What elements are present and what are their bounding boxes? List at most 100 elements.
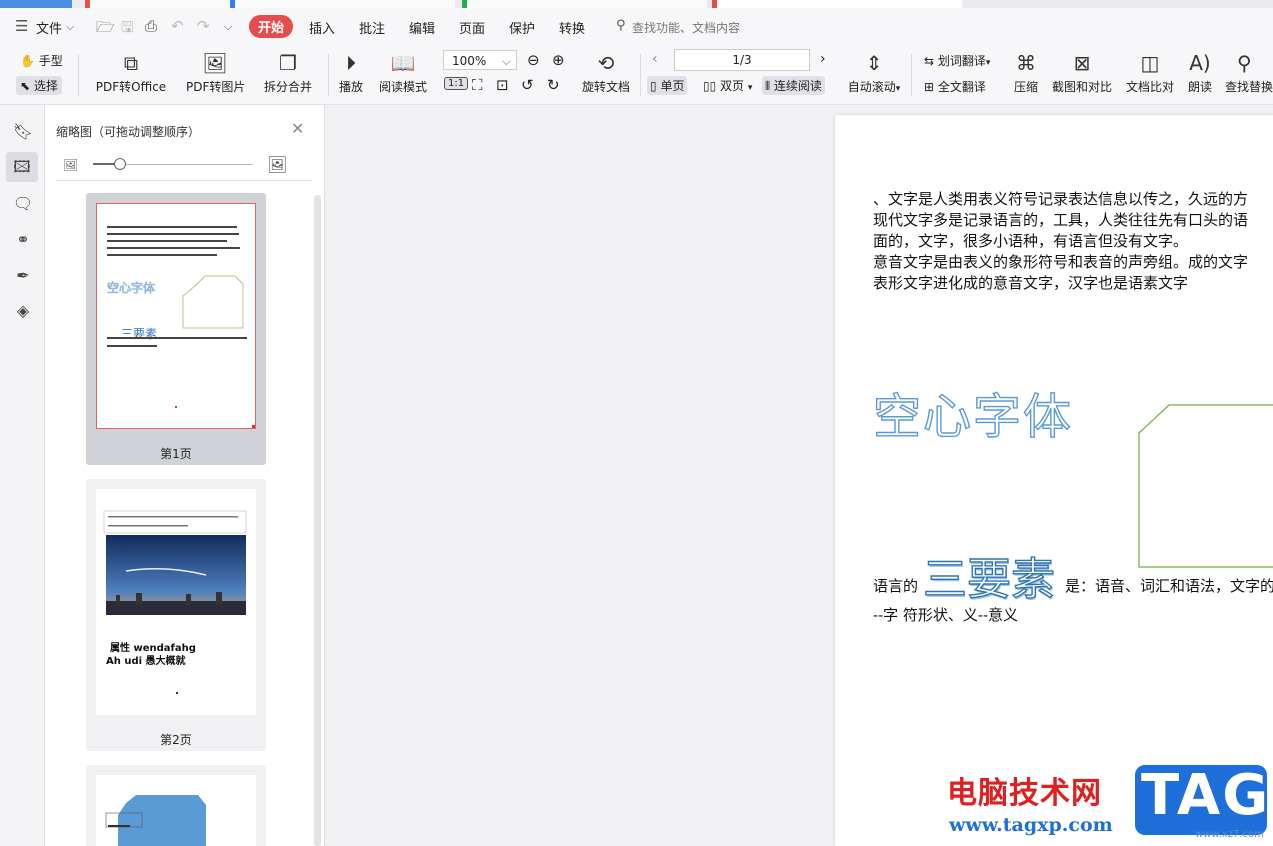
read-aloud-button[interactable]: A) 朗读 [1187,50,1213,95]
attachment-icon[interactable]: ⚭ [12,229,34,251]
pdf-to-office-label: PDF转Office [95,80,167,94]
tab-annotate[interactable]: 批注 [359,18,385,37]
search-icon[interactable]: ⚲ [616,18,626,33]
actual-size-button[interactable]: 1:1 [444,77,469,90]
tab-start[interactable]: 开始 [249,15,294,38]
undo-icon[interactable]: ↶ [171,17,184,35]
layers-icon[interactable]: ◈ [12,300,34,322]
document-line: 表形文字进化成的意音文字，汉字也是语素文字 [873,274,1189,292]
document-compare-icon: ◫ [1140,51,1160,75]
thumbnail-panel: 缩略图（可拖动调整顺序） ✕ 🖼︎ 🖼︎ 空心字体 三要素 第1页 属性 wen… [45,105,325,846]
zoom-in-icon[interactable]: ⊕ [552,51,565,69]
full-translate-icon: ⊞ [924,80,935,94]
page-number-input[interactable]: 1/3 [674,49,810,71]
tab-strip-segment-active[interactable] [712,0,962,8]
thumbnail-icon[interactable]: 🖾 [6,152,38,182]
pdf-convert-icon: ⧉ [123,51,139,75]
tab-strip-segment[interactable] [0,0,72,8]
thumbnail-page-2[interactable]: 属性 wendafahg Ah udi 愚大概就 第2页 [86,479,266,751]
close-icon[interactable]: ✕ [291,119,304,138]
chevron-down-icon[interactable]: ⌵ [66,20,74,34]
menu-bar: ☰ 文件 ⌵ 🗁 🖫 ⎙ ↶ ↷ ⌵ 开始 插入 批注 编辑 页面 保护 转换 … [0,8,1273,46]
image-convert-icon: 🖼 [202,51,228,75]
tab-protect[interactable]: 保护 [509,18,535,37]
thumbnail-page-1[interactable]: 空心字体 三要素 第1页 [86,193,266,465]
tab-strip-segment[interactable] [85,0,230,8]
double-page-icon: ▯▯ [703,79,717,93]
fit-page-icon[interactable]: ⛶ [472,76,483,94]
rotate-right-icon[interactable]: ↻ [547,76,560,94]
double-page-button[interactable]: ▯▯ 双页 ▾ [703,77,752,94]
comment-icon[interactable]: 🗨︎ [12,193,34,215]
tab-convert[interactable]: 转换 [559,18,585,37]
rotate-document-button[interactable]: ⟲ 旋转文档 [581,50,631,95]
zoom-select[interactable]: 100% ⌵ [443,50,517,70]
read-mode-button[interactable]: 📖 阅读模式 [378,50,428,95]
pdf-to-office-button[interactable]: ⧉ PDF转Office [92,50,170,95]
previous-page-icon[interactable]: ‹ [652,51,658,67]
zoom-value: 100% [452,54,487,68]
select-tool-button[interactable]: ⬉ 选择 [16,76,62,95]
document-line: 现代文字多是记录语言的，工具，人类往往先有口头的语 [873,211,1249,229]
read-aloud-icon: A) [1189,51,1211,75]
thumbnail-size-slider-handle[interactable] [114,158,126,170]
divider [640,54,641,96]
continuous-reading-button[interactable]: ⫴ 连续阅读 [762,76,825,95]
find-replace-button[interactable]: ⚲ 查找替换 [1225,50,1273,95]
thumbnail-page-1-preview: 空心字体 三要素 [96,203,256,429]
thumbnail-label: 第2页 [160,733,192,747]
single-page-button[interactable]: ▯ 单页 [647,76,688,95]
small-image-icon[interactable]: 🖼︎ [63,158,78,172]
thumbnail-page-2-preview: 属性 wendafahg Ah udi 愚大概就 [96,489,256,715]
play-button[interactable]: ⏵ 播放 [336,50,366,95]
open-folder-icon[interactable]: 🗁 [96,17,115,42]
thumbnail-scrollbar[interactable] [314,195,321,846]
document-compare-button[interactable]: ◫ 文档比对 [1125,50,1175,95]
single-page-icon: ▯ [650,79,657,93]
compress-icon: ⌘ [1016,51,1036,75]
thumbnail-panel-title: 缩略图（可拖动调整顺序） [56,125,201,139]
thumbnail-label: 第1页 [160,447,192,461]
signature-icon[interactable]: ✒︎ [12,265,34,287]
watermark-logo-text: TAG [1141,763,1271,828]
word-translate-button[interactable]: ⇆ 划词翻译▾ [924,52,990,69]
document-line-suffix: 是：语音、词汇和语法，文字的 [1065,577,1273,595]
tab-strip-segment[interactable] [462,0,707,8]
pdf-to-image-button[interactable]: 🖼 PDF转图片 [186,50,245,95]
rotate-left-icon[interactable]: ↺ [521,76,534,94]
auto-scroll-icon: ⇕ [865,51,883,75]
window-tab-strip [0,0,1273,8]
compress-button[interactable]: ⌘ 压缩 [1012,50,1040,95]
save-icon[interactable]: 🖫 [121,17,134,42]
continuous-icon: ⫴ [765,79,771,93]
search-input[interactable]: 查找功能、文档内容 [632,19,740,36]
split-merge-button[interactable]: ❐ 拆分合并 [258,50,318,95]
large-image-icon[interactable]: 🖼︎ [267,155,287,174]
more-dropdown-icon[interactable]: ⌵ [224,20,232,34]
hamburger-menu-icon[interactable]: ☰ [15,17,28,35]
compress-label: 压缩 [1013,80,1038,94]
site-watermark: 电脑技术网 www.tagxp.com TAG www.xz7.com [945,763,1273,846]
split-merge-icon: ❐ [279,51,297,75]
word-translate-label: 划词翻译 [937,54,986,68]
tab-edit[interactable]: 编辑 [409,18,435,37]
hand-tool-button[interactable]: ✋ 手型 [20,52,63,69]
thumbnail-page-3[interactable] [86,765,266,846]
auto-scroll-label: 自动滚动▾ [847,80,901,94]
thumbnail-page-3-preview [96,775,256,846]
screenshot-compare-button[interactable]: ⊠ 截图和对比 [1051,50,1113,95]
tab-strip-segment[interactable] [230,0,455,8]
fit-width-icon[interactable]: ⊡ [496,76,509,94]
thumbnail-page-3-content [105,795,206,846]
zoom-out-icon[interactable]: ⊖ [527,51,540,69]
next-page-icon[interactable]: › [820,51,826,67]
redo-icon[interactable]: ↷ [197,17,210,35]
full-translate-button[interactable]: ⊞ 全文翻译 [924,78,986,95]
auto-scroll-button[interactable]: ⇕ 自动滚动▾ [845,50,903,95]
print-icon[interactable]: ⎙ [145,17,157,35]
document-compare-label: 文档比对 [1125,80,1174,94]
tab-insert[interactable]: 插入 [309,18,335,37]
file-menu[interactable]: 文件 [36,18,62,37]
tab-page[interactable]: 页面 [459,18,485,37]
bookmark-icon[interactable]: 🔖︎ [12,121,34,143]
